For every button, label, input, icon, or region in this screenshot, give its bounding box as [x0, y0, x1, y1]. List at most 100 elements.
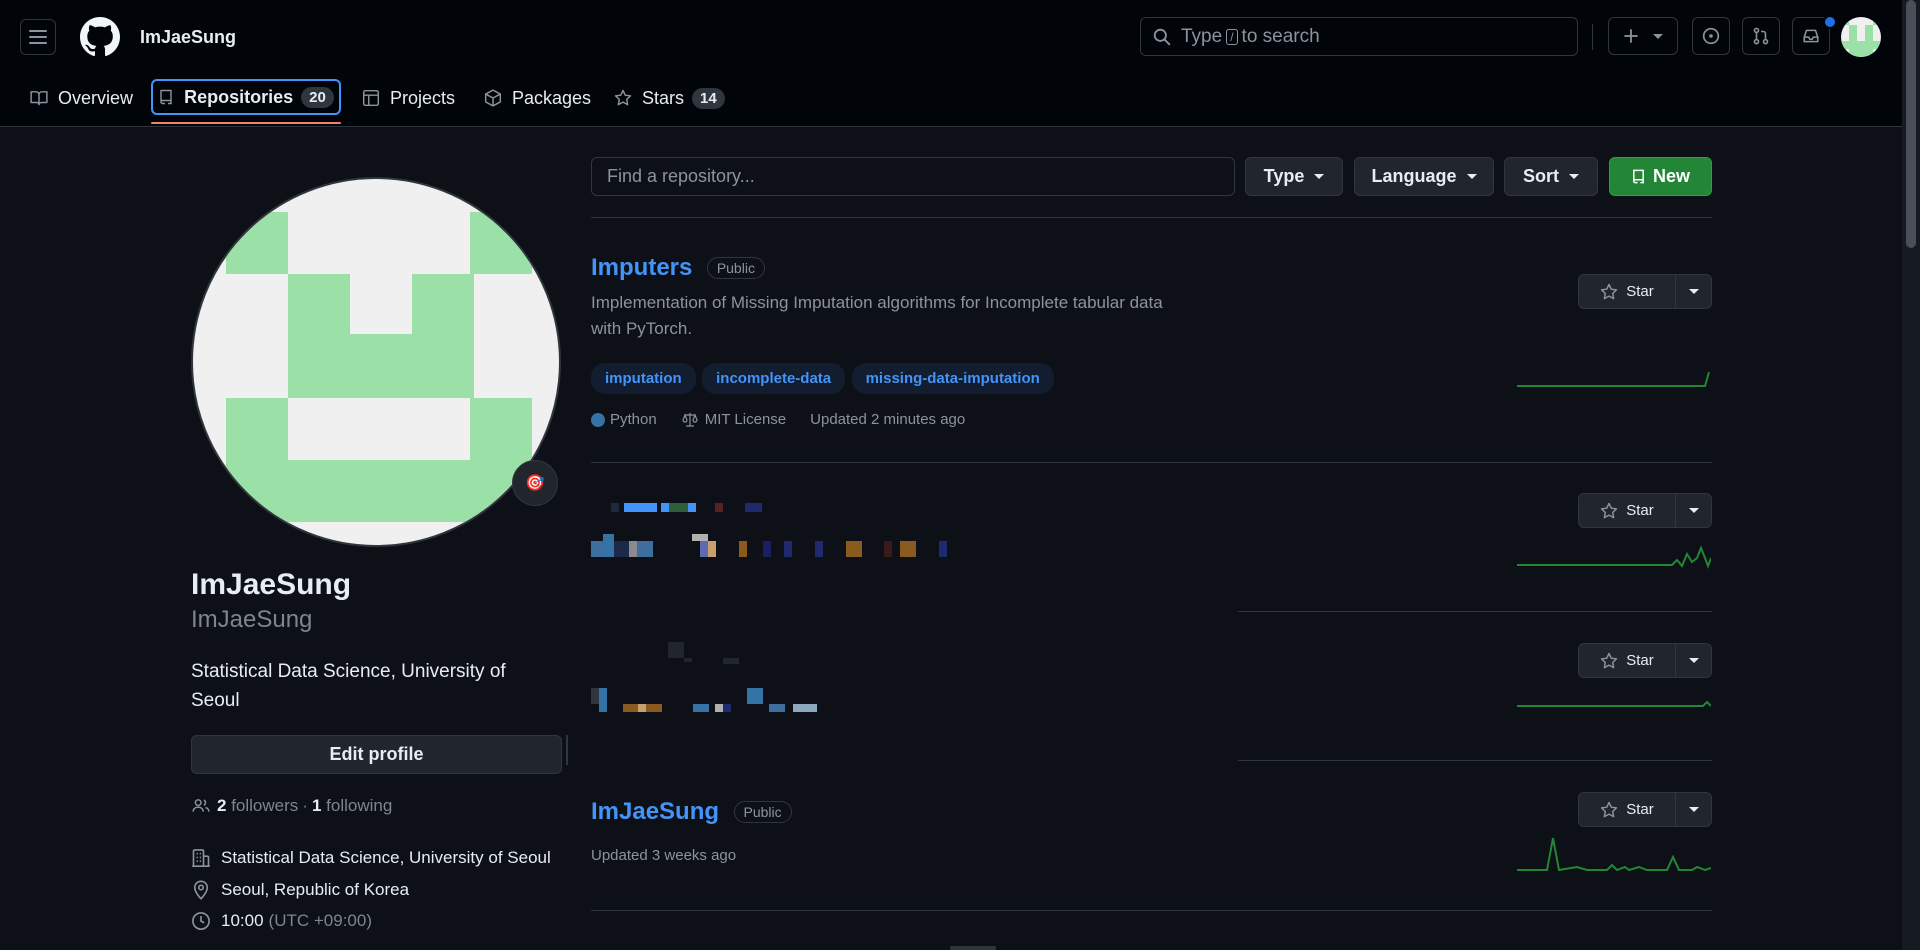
star-button-main[interactable]: Star: [1579, 793, 1676, 826]
star-button[interactable]: Star: [1578, 493, 1712, 528]
profile-bio: Statistical Data Science, University of …: [191, 661, 506, 711]
topic-tag[interactable]: missing-data-imputation: [851, 363, 1054, 394]
followers-label: followers: [231, 796, 299, 815]
location-row: Seoul, Republic of Korea: [191, 880, 409, 900]
sort-label: Sort: [1523, 166, 1559, 186]
header-username[interactable]: ImJaeSung: [140, 27, 236, 48]
clock-icon: [192, 912, 210, 930]
visibility-badge: Public: [706, 257, 765, 279]
location-text: Seoul, Republic of Korea: [221, 880, 410, 899]
repo-icon: [1633, 169, 1644, 184]
followers-count: 2: [217, 796, 227, 815]
find-repository-placeholder: Find a repository...: [607, 166, 755, 186]
notification-dot: [1823, 15, 1837, 29]
profile-avatar[interactable]: [191, 177, 561, 547]
star-icon: [1601, 801, 1618, 817]
pull-requests-button[interactable]: [1742, 17, 1780, 55]
chevron-down-icon: [1688, 508, 1699, 513]
people-icon: [192, 799, 210, 812]
star-list-dropdown[interactable]: [1676, 275, 1711, 308]
book-icon: [30, 91, 48, 106]
repositories-count-badge: 20: [301, 86, 334, 108]
redacted-description: [591, 688, 821, 712]
repo-name-link[interactable]: ImJaeSung: [591, 798, 719, 825]
repo-title-row: ImJaeSung Public: [591, 798, 792, 826]
stars-count-badge: 14: [692, 87, 725, 109]
tab-overview[interactable]: Overview: [30, 80, 133, 116]
repo-divider-partial: [1238, 611, 1712, 612]
star-button[interactable]: Star: [1578, 643, 1712, 678]
followers-link[interactable]: 2 followers: [217, 796, 298, 816]
language-filter-button[interactable]: Language: [1354, 157, 1494, 196]
git-pull-request-icon: [1753, 27, 1769, 45]
repo-updated: Updated 3 weeks ago: [591, 847, 737, 864]
star-label: Star: [1626, 801, 1654, 818]
star-label: Star: [1626, 283, 1654, 300]
sort-button[interactable]: Sort: [1504, 157, 1598, 196]
type-filter-button[interactable]: Type: [1245, 157, 1343, 196]
star-button-main[interactable]: Star: [1579, 494, 1676, 527]
star-icon: [1601, 283, 1618, 299]
create-new-button[interactable]: [1608, 17, 1678, 55]
star-button[interactable]: Star: [1578, 792, 1712, 827]
language-filter-label: Language: [1371, 166, 1457, 186]
issues-button[interactable]: [1692, 17, 1730, 55]
search-text-after: to search: [1241, 25, 1320, 47]
filter-divider: [591, 217, 1712, 218]
tab-overview-label: Overview: [58, 87, 134, 108]
star-icon: [1601, 502, 1618, 518]
star-list-dropdown[interactable]: [1676, 793, 1711, 826]
identicon-large-icon: [226, 212, 532, 522]
followers-row: 2 followers · 1 following: [191, 796, 392, 816]
scrollbar-thumb[interactable]: [1906, 0, 1916, 248]
user-avatar-small[interactable]: [1841, 17, 1881, 57]
repo-icon: [160, 89, 172, 105]
redacted-title: [611, 503, 696, 512]
redacted-description: [591, 534, 951, 558]
following-label: following: [326, 796, 393, 815]
profile-display-name: ImJaeSung: [191, 568, 352, 601]
visibility-badge: Public: [733, 801, 792, 823]
next-item-peek: [950, 946, 996, 950]
search-text-before: Type: [1181, 25, 1223, 47]
repo-meta: Python MIT License Updated 2 minutes ago: [591, 411, 965, 428]
star-button-main[interactable]: Star: [1579, 275, 1676, 308]
tab-repositories[interactable]: Repositories 20: [151, 79, 341, 115]
status-emoji-button[interactable]: 🎯: [512, 460, 558, 506]
inbox-icon: [1803, 29, 1819, 43]
tab-projects[interactable]: Projects: [362, 80, 455, 116]
profile-username: ImJaeSung: [191, 606, 313, 633]
chevron-down-icon: [1688, 289, 1699, 294]
activity-sparkline: [1517, 700, 1711, 707]
edit-profile-button[interactable]: Edit profile: [191, 735, 562, 774]
star-label: Star: [1626, 502, 1654, 519]
issue-opened-icon: [1702, 27, 1720, 45]
repo-updated: Updated 2 minutes ago: [810, 411, 966, 428]
star-list-dropdown[interactable]: [1676, 644, 1711, 677]
redacted-title-part: [745, 503, 762, 512]
chevron-down-icon: [1688, 807, 1699, 812]
github-logo[interactable]: [80, 17, 120, 57]
star-button[interactable]: Star: [1578, 274, 1712, 309]
new-repository-button[interactable]: New: [1609, 157, 1712, 196]
following-link[interactable]: 1 following: [312, 796, 392, 816]
star-button-main[interactable]: Star: [1579, 644, 1676, 677]
star-list-dropdown[interactable]: [1676, 494, 1711, 527]
topic-tag[interactable]: imputation: [591, 363, 696, 394]
find-repository-input[interactable]: Find a repository...: [591, 157, 1235, 196]
search-input[interactable]: Type / to search: [1140, 17, 1578, 56]
local-time-text: 10:00: [221, 911, 264, 930]
tab-stars[interactable]: Stars 14: [614, 80, 725, 116]
tab-packages[interactable]: Packages: [484, 80, 591, 116]
menu-button[interactable]: [20, 19, 56, 55]
repo-name-link[interactable]: Imputers: [591, 254, 692, 281]
topic-tag[interactable]: incomplete-data: [702, 363, 846, 394]
law-icon: [682, 412, 698, 427]
chevron-down-icon: [1466, 174, 1477, 179]
target-icon: 🎯: [525, 475, 545, 492]
repo-license[interactable]: MIT License: [705, 411, 786, 428]
activity-sparkline: [1517, 837, 1711, 872]
followers-separator: ·: [302, 796, 308, 815]
new-repository-label: New: [1652, 166, 1690, 186]
package-icon: [484, 89, 502, 107]
